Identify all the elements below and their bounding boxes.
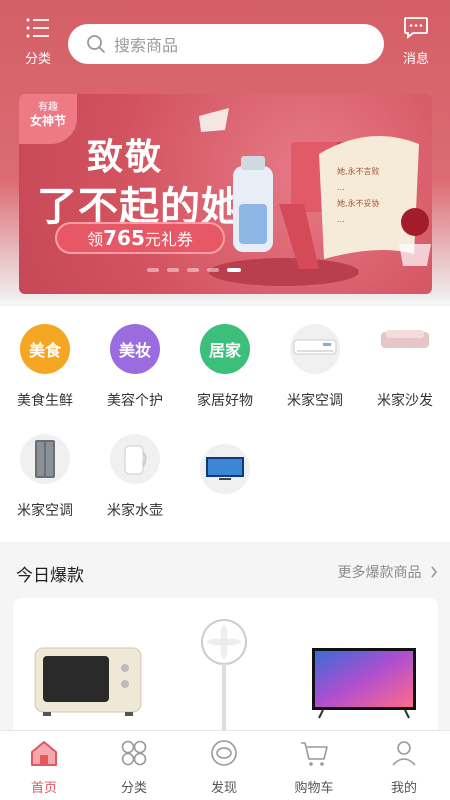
chevron-right-icon [431,566,438,578]
product-tv[interactable] [311,646,417,720]
refrigerator-icon [20,434,70,484]
category-item-sofa[interactable]: 米家沙发 [360,324,450,410]
category-label: 家居好物 [197,393,253,409]
sofa-icon [380,324,430,354]
category-label: 米家水壶 [107,503,163,519]
carousel-dot-active[interactable] [227,268,241,272]
category-item-beauty[interactable]: 美妆 美容个护 [90,324,180,410]
television-icon [312,648,416,719]
air-conditioner-icon [290,324,340,374]
note-line-4: ... [337,215,345,224]
tab-label: 我的 [390,781,417,796]
coupon-prefix: 领 [87,230,104,249]
tab-cart[interactable]: 购物车 [284,739,344,796]
carousel-indicator [147,268,241,272]
standing-fan-icon [201,619,247,738]
home-tab-icon [31,741,57,766]
tab-home[interactable]: 首页 [14,739,74,796]
search-bar[interactable]: 搜索商品 [68,24,384,64]
carousel-dot[interactable] [187,268,199,272]
tab-label: 发现 [210,781,237,796]
message-icon [404,17,428,39]
more-link-label: 更多爆款商品 [337,565,422,581]
home-icon: 居家 [200,324,250,374]
category-item-air-conditioner[interactable]: 米家空调 [270,324,360,410]
tab-discover[interactable]: 发现 [194,739,254,796]
category-label: 米家空调 [287,393,343,409]
product-microwave[interactable] [33,646,143,718]
menu-icon [26,18,49,38]
tab-label: 首页 [30,781,57,796]
category-menu-button[interactable]: 分类 [18,16,58,67]
search-input[interactable]: 搜索商品 [114,32,178,56]
note-line-1: 她,永不言败 [337,166,380,176]
badge-main-text: 女神节 [29,114,66,128]
tab-label: 购物车 [294,781,334,796]
festival-badge: 有趣 女神节 [19,94,77,144]
carousel-dot[interactable] [147,268,159,272]
microwave-oven-icon [34,647,142,716]
category-item-home[interactable]: 居家 家居好物 [180,324,270,410]
category-label: 米家空调 [17,503,73,519]
more-hot-link[interactable]: 更多爆款商品 [338,562,438,582]
food-icon-text: 美食 [28,341,61,360]
tab-label: 分类 [120,781,147,796]
menu-label: 分类 [24,52,51,67]
product-fan[interactable] [198,616,250,738]
badge-top-text: 有趣 [38,102,58,113]
category-label: 米家沙发 [377,393,433,409]
search-icon [87,35,105,53]
promo-banner[interactable]: 有趣 女神节 致敬 了不起的她 领765元礼券 她,永不言败 ... 她,永不妥… [19,94,432,294]
home-icon-text: 居家 [208,341,241,360]
beauty-icon-text: 美妆 [118,341,151,360]
tab-profile[interactable]: 我的 [374,739,434,796]
category-item-tv[interactable] [180,444,270,494]
food-icon: 美食 [20,324,70,374]
messages-button[interactable]: 消息 [396,16,436,67]
tv-icon [200,444,250,494]
cart-tab-icon [301,742,328,766]
header-area: 分类 搜索商品 消息 有趣 女神节 致敬 了不起的她 领765元礼券 她,永不言… [0,0,450,300]
note-line-3: 她,永不妥协 [337,198,380,208]
kettle-icon [110,434,160,484]
category-item-kettle[interactable]: 米家水壶 [90,434,180,520]
note-line-2: ... [337,183,345,192]
coupon-suffix: 元礼券 [144,230,193,249]
carousel-dot[interactable] [167,268,179,272]
category-label: 美食生鲜 [17,393,73,409]
today-hot-header: 今日爆款 更多爆款商品 [0,552,450,592]
category-grid: 美食 美食生鲜 美妆 美容个护 居家 家居好物 米家空调 米家沙发 米家空调 米… [0,306,450,542]
beauty-icon: 美妆 [110,324,160,374]
coupon-amount: 765 [103,226,145,250]
category-tab-icon [121,740,147,766]
section-title: 今日爆款 [16,566,84,586]
category-label: 美容个护 [107,393,163,409]
tab-category[interactable]: 分类 [104,739,164,796]
bottom-tab-bar: 首页 分类 发现 购物车 我的 [0,730,450,800]
category-item-refrigerator[interactable]: 米家空调 [0,434,90,520]
profile-tab-icon [392,741,416,766]
carousel-dot[interactable] [207,268,219,272]
message-label: 消息 [402,52,429,67]
discover-tab-icon [211,740,237,766]
hot-products-card [13,598,438,738]
banner-headline-1: 致敬 [87,137,164,178]
coupon-button[interactable]: 领765元礼券 [55,222,225,254]
category-item-food[interactable]: 美食 美食生鲜 [0,324,90,410]
